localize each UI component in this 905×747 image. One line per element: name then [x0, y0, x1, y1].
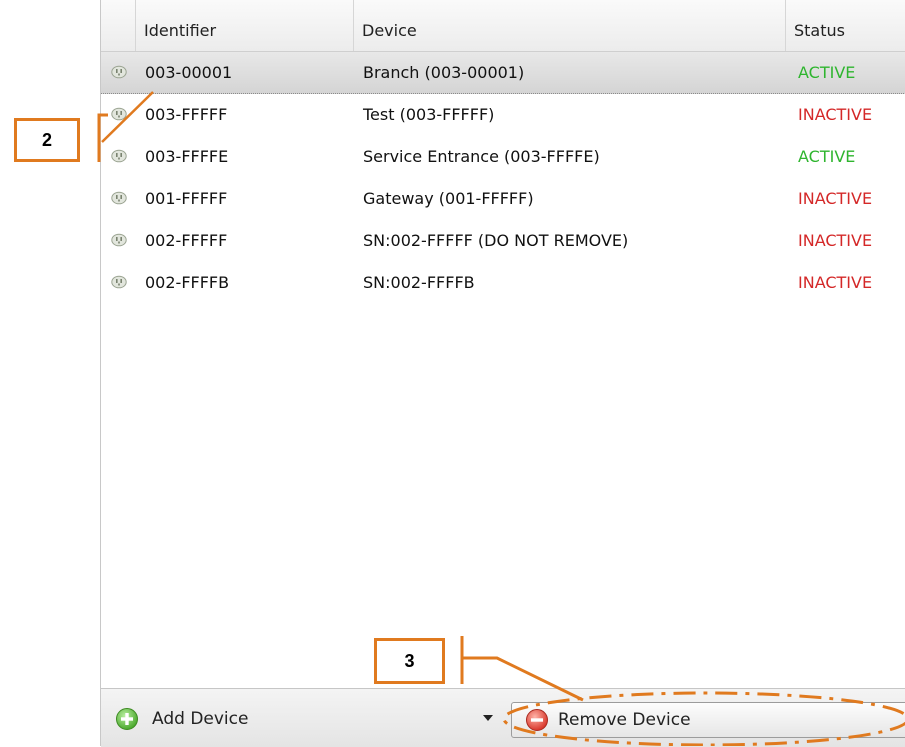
cell-identifier: 003-FFFFE	[145, 147, 229, 166]
row-marker-column-header	[101, 0, 136, 51]
callout-step-2: 2	[14, 118, 80, 162]
cell-device: Branch (003-00001)	[363, 63, 525, 82]
cell-status: INACTIVE	[798, 273, 873, 292]
cell-device: Service Entrance (003-FFFFE)	[363, 147, 600, 166]
cell-identifier: 003-FFFFF	[145, 105, 228, 124]
table-row[interactable]: 002-FFFFF SN:002-FFFFF (DO NOT REMOVE) INA…	[101, 220, 905, 262]
column-header-identifier[interactable]: Identifier	[136, 0, 354, 51]
device-plug-icon	[111, 107, 127, 121]
cell-status: INACTIVE	[798, 189, 873, 208]
device-plug-icon	[111, 65, 127, 79]
minus-circle-icon	[526, 709, 548, 731]
table-row[interactable]: 003-00001 Branch (003-00001) ACTIVE	[101, 52, 905, 94]
table-row[interactable]: 003-FFFFF Test (003-FFFFF) INACTIVE	[101, 94, 905, 136]
cell-device: SN:002-FFFFF (DO NOT REMOVE)	[363, 231, 629, 250]
callout-step-3: 3	[374, 638, 445, 684]
cell-device: Test (003-FFFFF)	[363, 105, 495, 124]
cell-identifier: 002-FFFFF	[145, 231, 228, 250]
cell-identifier: 003-00001	[145, 63, 233, 82]
table-row[interactable]: 002-FFFFB SN:002-FFFFB INACTIVE	[101, 262, 905, 304]
grid-header: Identifier Device Status	[101, 0, 905, 52]
remove-device-button[interactable]: Remove Device	[511, 702, 905, 738]
cell-identifier: 001-FFFFF	[145, 189, 228, 208]
caret-down-icon[interactable]	[483, 715, 493, 721]
cell-device: Gateway (001-FFFFF)	[363, 189, 534, 208]
cell-status: ACTIVE	[798, 147, 856, 166]
remove-device-label: Remove Device	[558, 710, 691, 730]
device-plug-icon	[111, 149, 127, 163]
cell-identifier: 002-FFFFB	[145, 273, 230, 292]
table-row[interactable]: 003-FFFFE Service Entrance (003-FFFFE) ACT…	[101, 136, 905, 178]
plus-circle-icon	[116, 708, 138, 730]
cell-status: ACTIVE	[798, 63, 856, 82]
device-plug-icon	[111, 233, 127, 247]
column-header-status[interactable]: Status	[786, 0, 905, 51]
table-row[interactable]: 001-FFFFF Gateway (001-FFFFF) INACTIVE	[101, 178, 905, 220]
device-plug-icon	[111, 191, 127, 205]
add-device-label: Add Device	[152, 709, 249, 729]
device-grid-panel: Identifier Device Status 003-00001 Branch…	[100, 0, 905, 747]
cell-status: INACTIVE	[798, 231, 873, 250]
cell-status: INACTIVE	[798, 105, 873, 124]
cell-device: SN:002-FFFFB	[363, 273, 475, 292]
column-header-device[interactable]: Device	[354, 0, 786, 51]
grid-toolbar: Add Device Remove Device	[101, 688, 905, 747]
device-plug-icon	[111, 275, 127, 289]
